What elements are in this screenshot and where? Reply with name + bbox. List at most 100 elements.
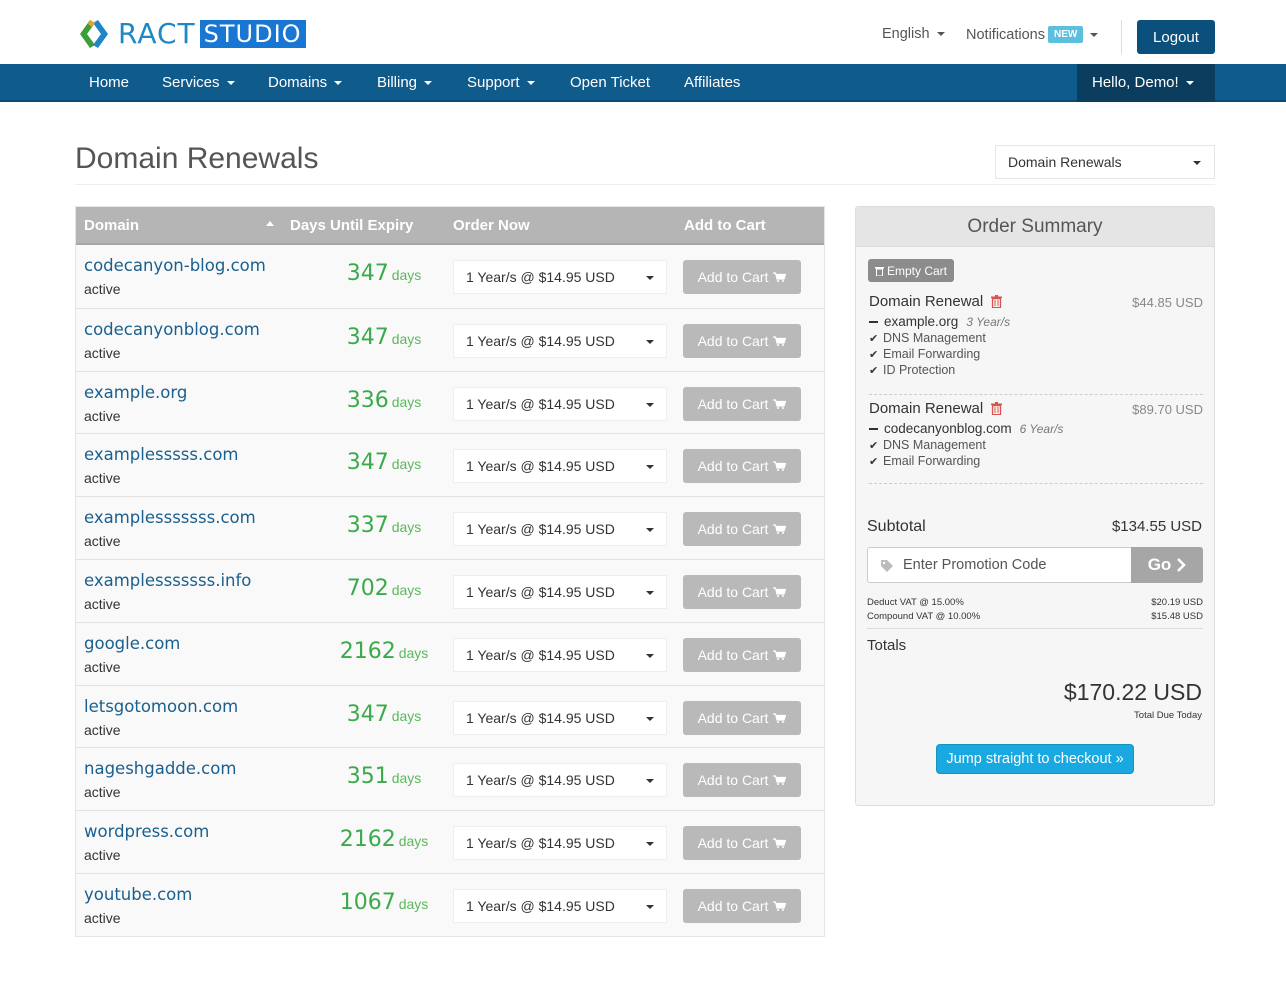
renewal-period-select[interactable]: 1 Year/s @ $14.95 USD: [453, 386, 667, 421]
notifications-label: Notifications: [966, 26, 1045, 43]
view-select[interactable]: Domain Renewals: [995, 145, 1215, 179]
renewal-period-select[interactable]: 1 Year/s @ $14.95 USD: [453, 700, 667, 735]
domain-link[interactable]: example.org: [84, 383, 187, 402]
add-to-cart-button[interactable]: Add to Cart: [683, 826, 801, 861]
notifications-dropdown[interactable]: Notifications NEW: [966, 26, 1099, 43]
add-to-cart-button[interactable]: Add to Cart: [683, 888, 801, 923]
column-header-domain[interactable]: Domain: [84, 217, 139, 234]
nav-item-home[interactable]: Home: [89, 64, 129, 102]
empty-cart-button[interactable]: Empty Cart: [868, 259, 954, 282]
renewal-period-select[interactable]: 1 Year/s @ $14.95 USD: [453, 637, 667, 672]
promo-code-input[interactable]: Enter Promotion Code: [868, 548, 1132, 582]
table-row: letsgotomoon.com active 347 days 1 Year/s @ …: [76, 684, 824, 748]
user-menu[interactable]: Hello, Demo!: [1077, 64, 1215, 102]
nav-item-affiliates[interactable]: Affiliates: [684, 64, 740, 102]
cart-item-price: $89.70 USD: [1132, 402, 1203, 417]
add-to-cart-button[interactable]: Add to Cart: [683, 763, 801, 798]
domain-link[interactable]: examplesssssss.com: [84, 508, 256, 527]
view-select-value: Domain Renewals: [1008, 154, 1122, 170]
renewal-period-select[interactable]: 1 Year/s @ $14.95 USD: [453, 574, 667, 609]
caret-down-icon: [526, 81, 535, 86]
add-to-cart-button[interactable]: Add to Cart: [683, 386, 801, 421]
column-header-order[interactable]: Order Now: [453, 217, 530, 234]
cart-item-domain: example.org: [884, 314, 959, 329]
domain-link[interactable]: codecanyonblog.com: [84, 320, 260, 339]
add-to-cart-label: Add to Cart: [697, 332, 769, 349]
renewal-period-select[interactable]: 1 Year/s @ $14.95 USD: [453, 449, 667, 484]
caret-down-icon: [646, 276, 654, 280]
nav-item-domains[interactable]: Domains: [268, 64, 343, 102]
column-header-days[interactable]: Days Until Expiry: [290, 217, 413, 234]
add-to-cart-button[interactable]: Add to Cart: [683, 323, 801, 358]
renewal-period-select[interactable]: 1 Year/s @ $14.95 USD: [453, 512, 667, 547]
renewal-period-select[interactable]: 1 Year/s @ $14.95 USD: [453, 260, 667, 294]
days-count: 347: [346, 450, 389, 476]
days-count: 337: [346, 513, 389, 539]
days-until-expiry: 347 days: [294, 702, 474, 727]
days-until-expiry: 337 days: [294, 513, 474, 538]
domain-link[interactable]: letsgotomoon.com: [84, 697, 238, 716]
nav-item-services[interactable]: Services: [162, 64, 235, 102]
cart-icon: [773, 461, 787, 472]
add-to-cart-button[interactable]: Add to Cart: [683, 637, 801, 672]
go-button[interactable]: Go: [1131, 547, 1203, 583]
brand-logo[interactable]: RACT STUDIO: [76, 18, 306, 50]
renewal-period-value: 1 Year/s @ $14.95 USD: [466, 521, 615, 538]
check-icon: ✔: [869, 455, 879, 468]
domain-link[interactable]: wordpress.com: [84, 822, 209, 841]
trash-icon[interactable]: [991, 295, 1003, 309]
domain-link[interactable]: google.com: [84, 634, 180, 653]
tax-value: $20.19 USD: [1151, 597, 1203, 608]
check-icon: ✔: [869, 439, 879, 452]
renewal-period-select[interactable]: 1 Year/s @ $14.95 USD: [453, 323, 667, 358]
go-label: Go: [1147, 555, 1172, 574]
renewal-period-select[interactable]: 1 Year/s @ $14.95 USD: [453, 763, 667, 798]
cart-icon: [773, 838, 787, 849]
add-to-cart-button[interactable]: Add to Cart: [683, 574, 801, 609]
renewal-period-select[interactable]: 1 Year/s @ $14.95 USD: [453, 826, 667, 861]
column-header-cart[interactable]: Add to Cart: [684, 217, 766, 234]
domain-link[interactable]: youtube.com: [84, 885, 192, 904]
domain-link[interactable]: nageshgadde.com: [84, 759, 236, 778]
cart-icon: [773, 272, 787, 282]
days-unit: days: [391, 581, 422, 598]
cart-item-addon: ✔ DNS Management: [869, 331, 1203, 345]
cart-item-domain-line: codecanyonblog.com 6 Year/s: [869, 421, 1203, 436]
add-to-cart-button[interactable]: Add to Cart: [683, 449, 801, 484]
nav-item-open-ticket[interactable]: Open Ticket: [570, 64, 650, 102]
caret-down-icon: [1185, 81, 1194, 86]
renewal-period-value: 1 Year/s @ $14.95 USD: [466, 395, 615, 412]
cart-item-addon: ✔ Email Forwarding: [869, 347, 1203, 361]
caret-down-icon: [424, 81, 433, 86]
cart-icon: [773, 336, 787, 346]
tax-label: Compound VAT @ 10.00%: [867, 611, 981, 622]
cart-item-addon: ✔ DNS Management: [869, 438, 1203, 452]
nav-item-billing[interactable]: Billing: [377, 64, 433, 102]
caret-down-icon: [646, 465, 654, 470]
renewal-period-select[interactable]: 1 Year/s @ $14.95 USD: [453, 888, 667, 923]
logout-button[interactable]: Logout: [1137, 20, 1215, 54]
trash-icon[interactable]: [991, 402, 1003, 416]
caret-down-icon: [646, 842, 654, 847]
promo-code-group: Enter Promotion Code Go: [867, 547, 1203, 583]
subtotal-label: Subtotal: [867, 518, 926, 535]
renewal-period-value: 1 Year/s @ $14.95 USD: [466, 583, 615, 600]
title-divider: [75, 184, 1215, 185]
caret-down-icon: [646, 528, 654, 533]
user-greeting: Hello, Demo!: [1092, 74, 1179, 91]
sort-icon[interactable]: [266, 221, 274, 226]
checkout-button[interactable]: Jump straight to checkout »: [936, 744, 1134, 774]
add-to-cart-button[interactable]: Add to Cart: [683, 512, 801, 547]
cart-item-years: 3 Year/s: [966, 314, 1011, 329]
add-to-cart-button[interactable]: Add to Cart: [683, 700, 801, 735]
nav-item-support[interactable]: Support: [467, 64, 535, 102]
check-icon: ✔: [869, 364, 879, 377]
add-to-cart-label: Add to Cart: [697, 458, 769, 475]
add-to-cart-button[interactable]: Add to Cart: [683, 260, 801, 294]
language-dropdown[interactable]: English: [882, 26, 945, 42]
nav-label: Services: [162, 74, 220, 91]
add-to-cart-label: Add to Cart: [697, 583, 769, 600]
domain-link[interactable]: examplesssss.com: [84, 445, 239, 464]
domain-link[interactable]: codecanyon-blog.com: [84, 256, 266, 275]
domain-link[interactable]: examplesssssss.info: [84, 571, 251, 590]
